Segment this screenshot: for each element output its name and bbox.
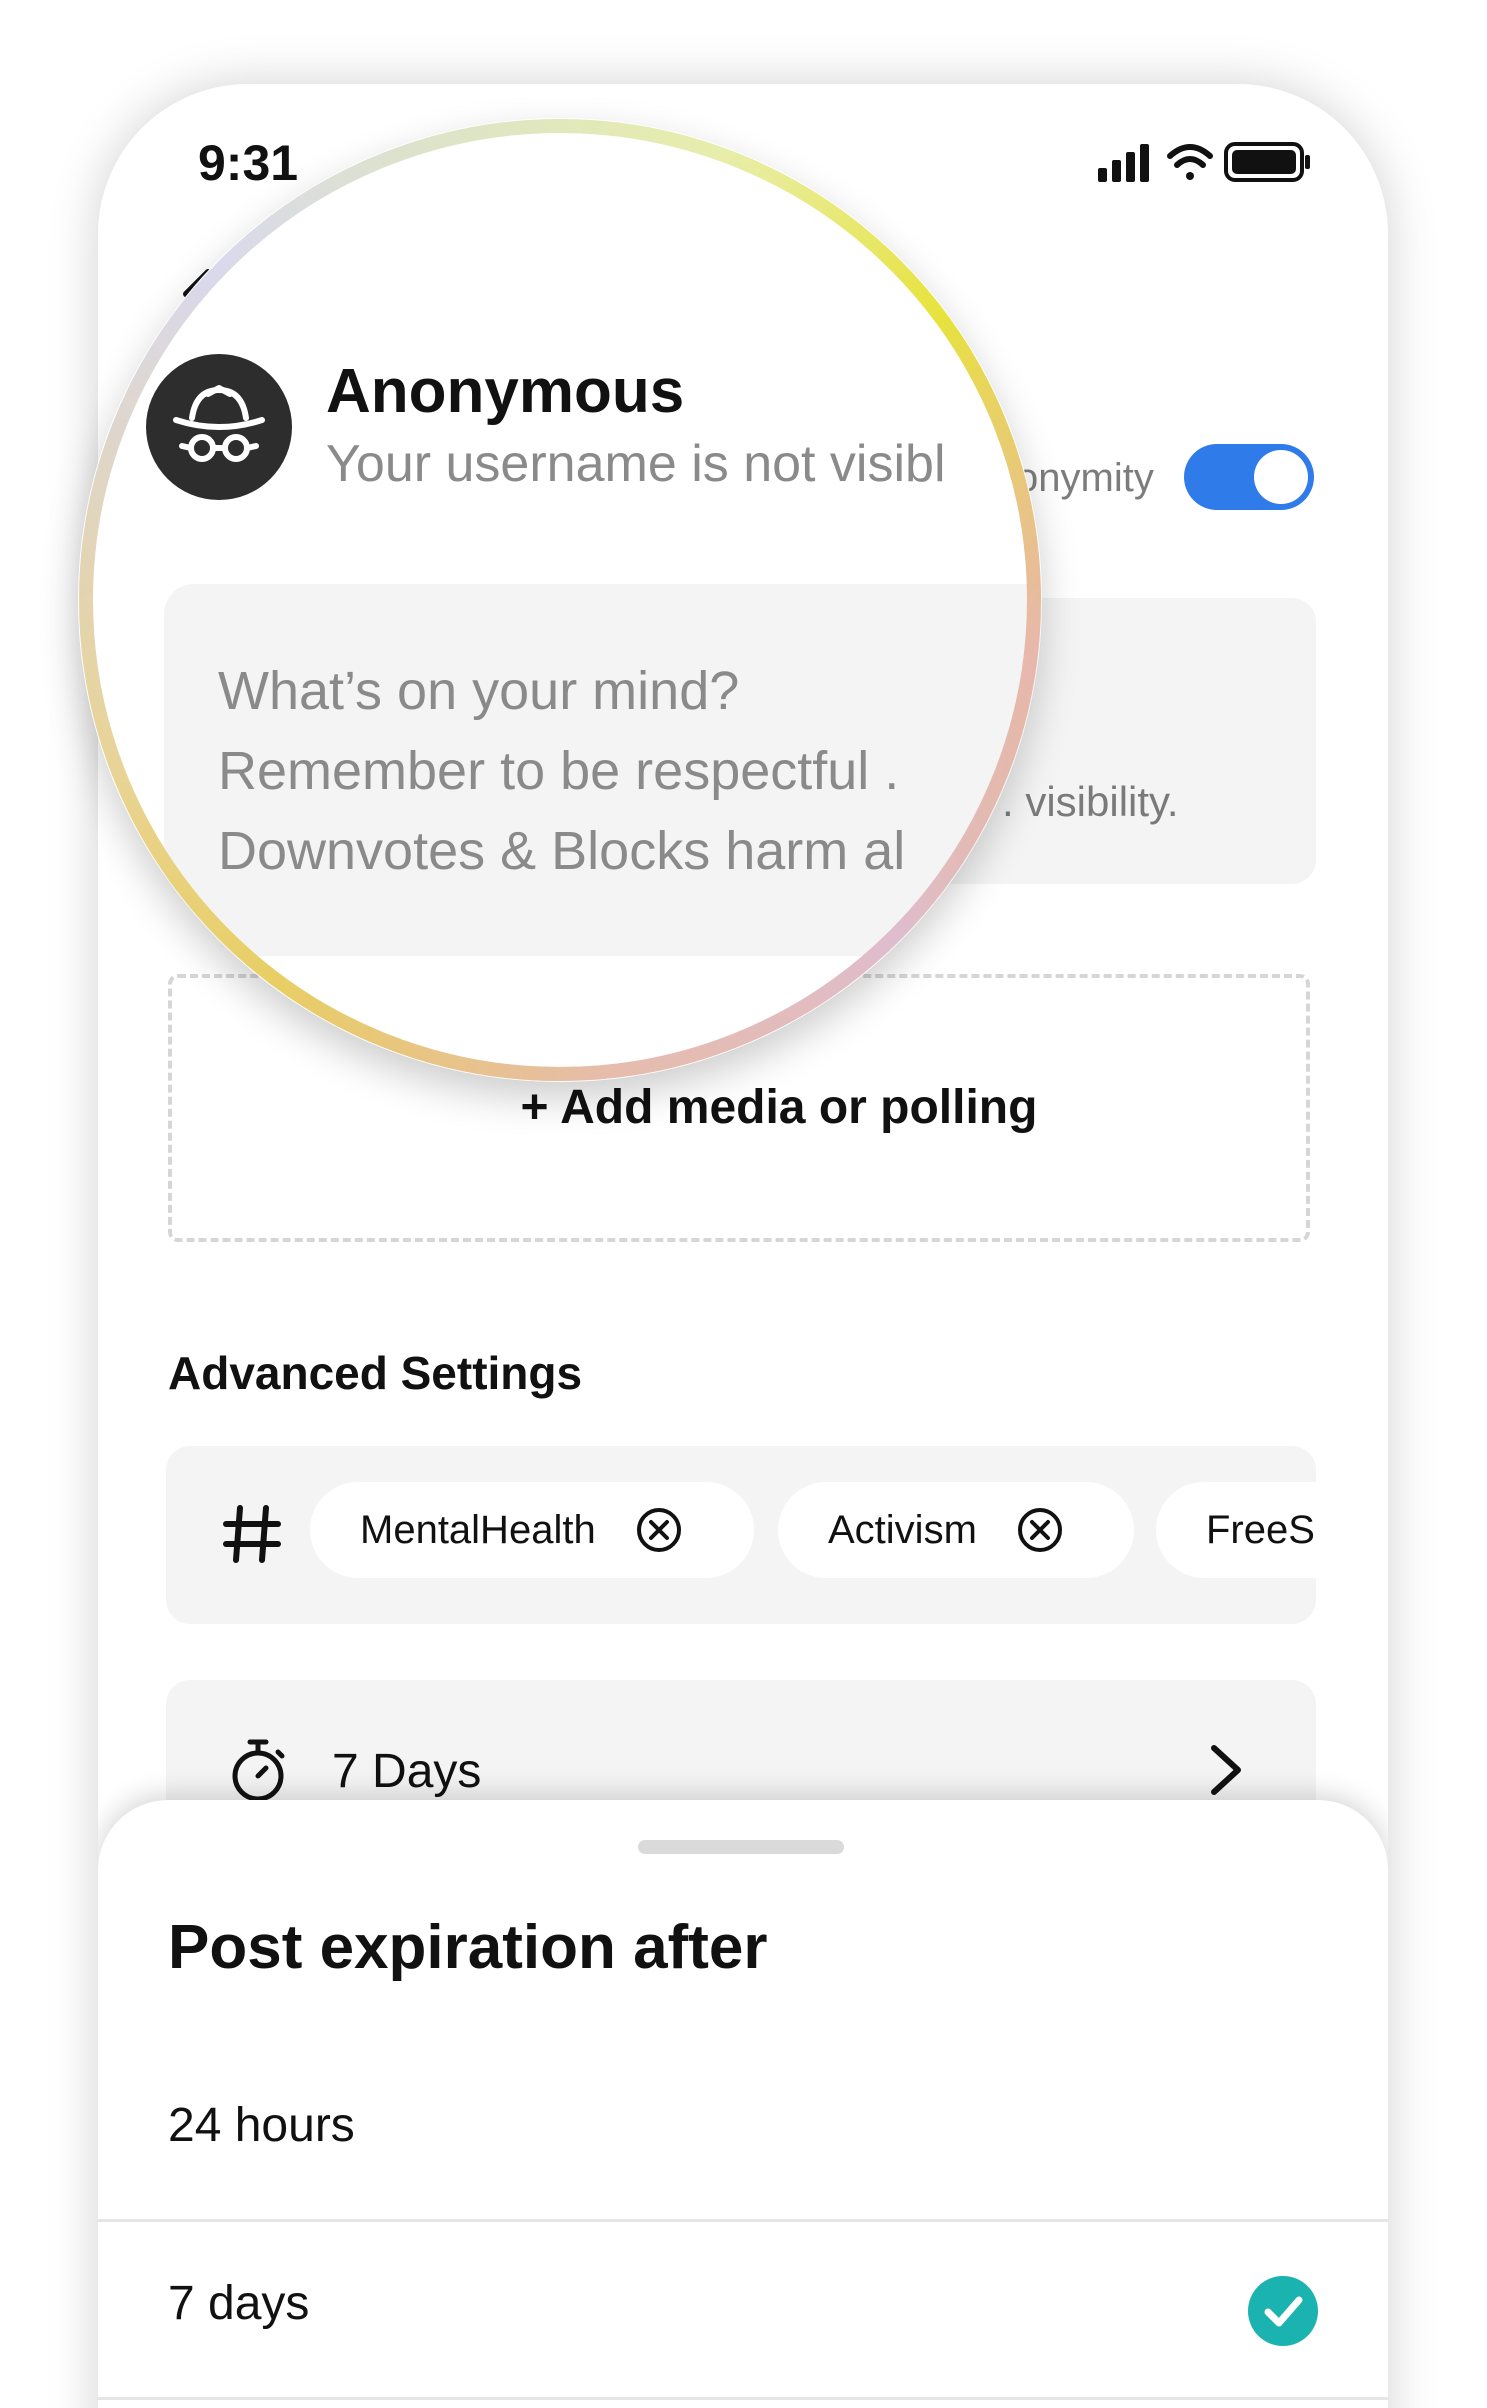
option-label: 24 hours [168, 2099, 355, 2152]
wifi-icon [1167, 144, 1213, 180]
magnifier-lens: Anonymous Your username is not visibl Wh… [78, 118, 1042, 1082]
expiration-bottom-sheet: Post expiration after 24 hours 7 days [98, 1800, 1388, 2408]
add-media-label: + Add media or polling [520, 1081, 1038, 1134]
toggle-knob [1254, 450, 1308, 504]
sheet-drag-handle[interactable] [638, 1840, 844, 1854]
option-7-days[interactable]: 7 days [98, 2222, 1388, 2400]
stopwatch-icon [232, 1739, 285, 1802]
option-24-hours[interactable]: 24 hours [98, 2044, 1388, 2222]
tags-row: MentalHealth Activism FreeS [166, 1446, 1316, 1624]
compose-placeholder-line-1: What’s on your mind? [218, 661, 740, 721]
chevron-right-icon [1211, 1745, 1241, 1795]
incognito-icon [173, 385, 265, 462]
profile-subtitle: Your username is not visibl [326, 435, 946, 493]
hashtag-icon [223, 1505, 281, 1563]
advanced-settings-title: Advanced Settings [168, 1347, 583, 1399]
tag-chip[interactable]: MentalHealth [310, 1482, 754, 1578]
close-circle-icon[interactable] [636, 1507, 682, 1553]
profile-name: Anonymous [326, 357, 685, 426]
close-circle-icon[interactable] [1017, 1507, 1063, 1553]
battery-icon [1224, 142, 1310, 182]
expiration-value: 7 Days [332, 1745, 482, 1798]
tag-chip[interactable]: FreeS [1156, 1482, 1316, 1578]
tag-label: Activism [828, 1507, 977, 1552]
sheet-title: Post expiration after [168, 1913, 768, 1982]
tag-label: MentalHealth [360, 1507, 596, 1552]
compose-placeholder-line-2: Remember to be respectful . [218, 741, 900, 801]
avatar [146, 354, 292, 500]
signal-icon [1098, 144, 1149, 182]
anonymity-toggle[interactable] [1184, 444, 1314, 510]
check-circle-icon [1248, 2276, 1318, 2346]
tag-chip[interactable]: Activism [778, 1482, 1134, 1578]
screen: 9:31 onymity . visibility. + Add media o… [0, 0, 1487, 2408]
compose-placeholder-line-3: Downvotes & Blocks harm al [218, 821, 906, 881]
status-icons [1098, 142, 1310, 182]
lens-content: Anonymous Your username is not visibl Wh… [78, 118, 1042, 1082]
tag-label: FreeS [1206, 1507, 1315, 1552]
option-label: 7 days [168, 2277, 310, 2330]
